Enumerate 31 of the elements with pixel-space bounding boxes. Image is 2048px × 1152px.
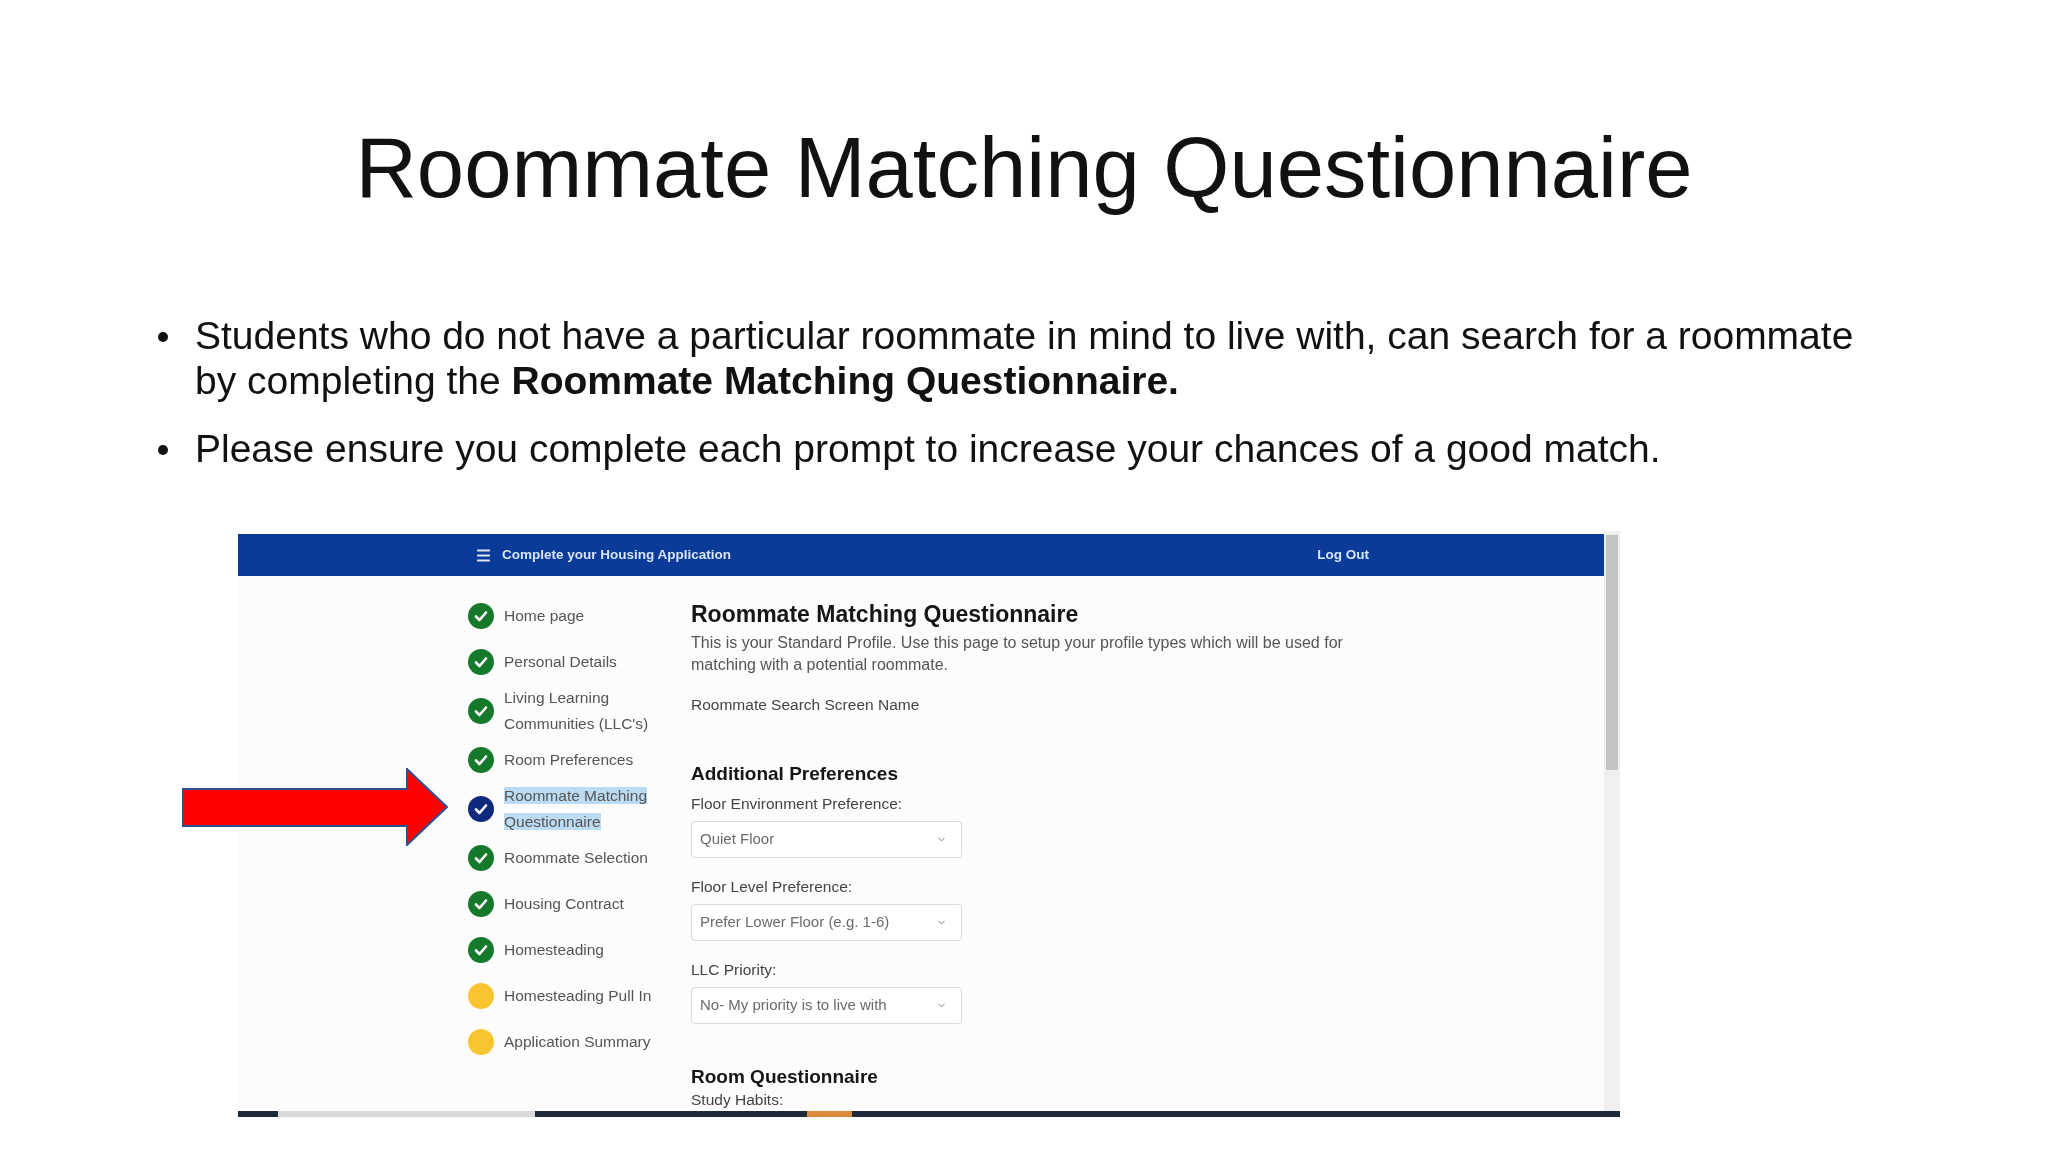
select-field[interactable]: No- My priority is to live with xyxy=(691,987,962,1024)
header-title: Complete your Housing Application xyxy=(502,545,731,564)
sidebar-step[interactable]: Roommate Selection xyxy=(468,835,676,881)
section-heading: Room Questionnaire xyxy=(691,1065,879,1089)
sidebar-step[interactable]: Homesteading Pull In xyxy=(468,973,676,1019)
select-field[interactable]: Quiet Floor xyxy=(691,821,962,858)
section-heading: Additional Preferences xyxy=(691,762,899,786)
field-label: Roommate Search Screen Name xyxy=(691,695,921,715)
field-label: LLC Priority: xyxy=(691,960,778,980)
bullet-text: Students who do not have a particular roommate in mind to live with, can search for a roommate by completing the Roommate Matching Questionnaire. xyxy=(195,313,1855,403)
field-label: Floor Level Preference: xyxy=(691,877,854,897)
page-heading: Roommate Matching Questionnaire xyxy=(691,600,1080,628)
sidebar-step[interactable]: Room Preferences xyxy=(468,737,676,783)
logout-button[interactable]: Log Out xyxy=(1317,544,1369,566)
scrollbar[interactable] xyxy=(1604,531,1620,1111)
sidebar-step[interactable]: Homesteading xyxy=(468,927,676,973)
sidebar-step[interactable]: Personal Details xyxy=(468,639,676,685)
bullet-text: Please ensure you complete each prompt to increase your chances of a good match. xyxy=(195,426,1662,471)
sidebar-step[interactable]: Application Summary xyxy=(468,1019,676,1065)
bullet-icon xyxy=(158,445,168,455)
slide-title: Roommate Matching Questionnaire xyxy=(355,119,1693,217)
arrow-icon xyxy=(182,768,448,846)
sidebar-step[interactable]: Housing Contract xyxy=(468,881,676,927)
sidebar-step[interactable]: Living Learning Communities (LLC's) xyxy=(468,685,676,737)
sidebar-step[interactable]: Home page xyxy=(468,593,676,639)
select-field[interactable]: Prefer Lower Floor (e.g. 1-6) xyxy=(691,904,962,941)
bullet-icon xyxy=(158,332,168,342)
page-description: This is your Standard Profile. Use this page to setup your profile types which will be used for matching with a potential roommate. xyxy=(691,633,1344,675)
scrollbar-thumb[interactable] xyxy=(1606,535,1618,770)
field-label: Floor Environment Preference: xyxy=(691,794,904,814)
field-label: Study Habits: xyxy=(691,1091,785,1109)
